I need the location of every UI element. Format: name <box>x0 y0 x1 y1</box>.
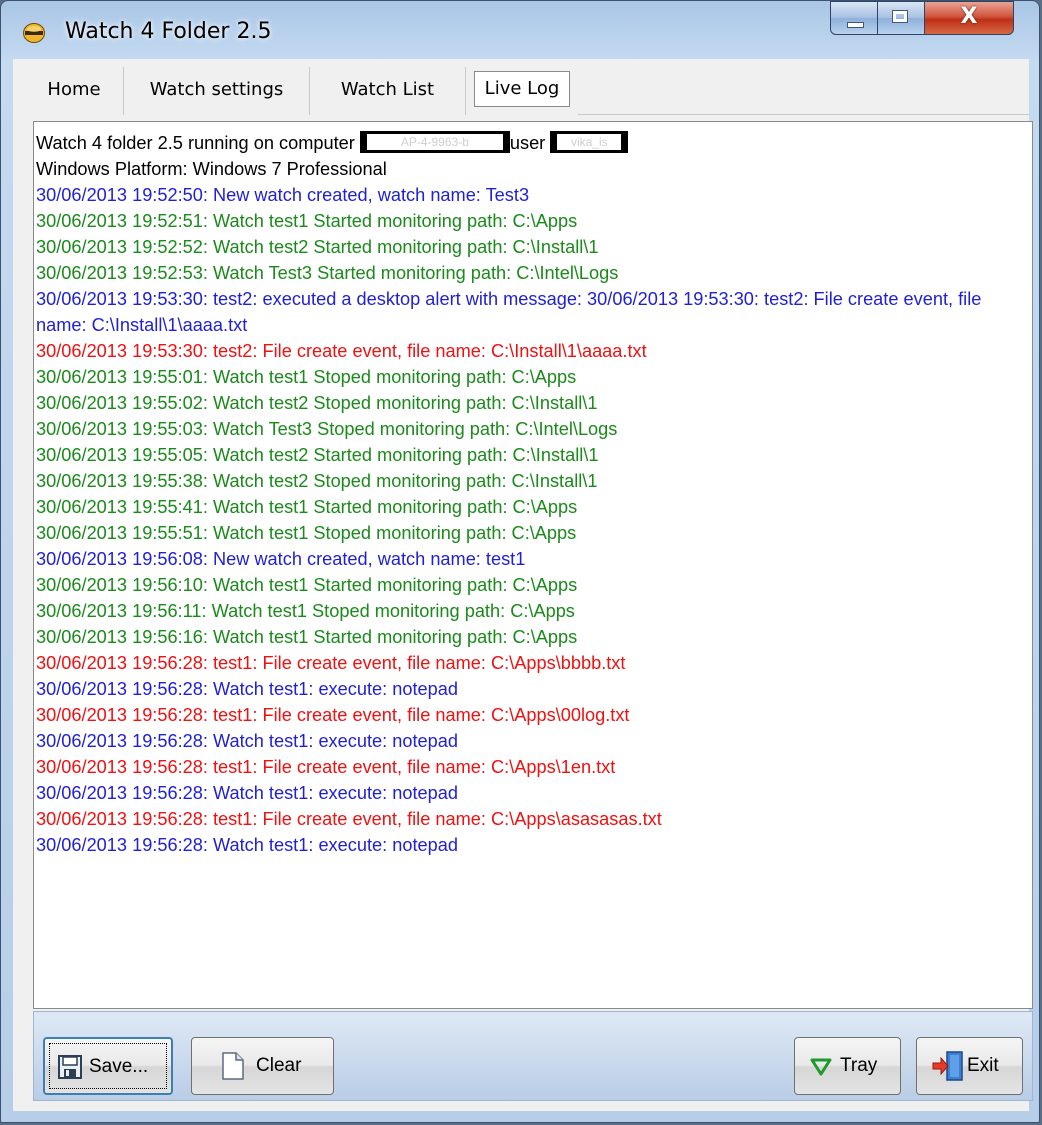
log-entry-event: 30/06/2013 19:56:28: test1: File create … <box>36 653 626 673</box>
log-entry-info: 30/06/2013 19:56:28: Watch test1: execut… <box>36 679 458 699</box>
tab-strip: Home Watch settings Watch List Live Log <box>13 59 1029 117</box>
log-header-line: Watch 4 folder 2.5 running on computer A… <box>36 130 1032 156</box>
clear-label: Clear <box>256 1055 302 1076</box>
minimize-icon <box>847 22 864 28</box>
log-entry-monitor: 30/06/2013 19:56:10: Watch test1 Started… <box>36 575 578 595</box>
log-entry-monitor: 30/06/2013 19:55:05: Watch test2 Started… <box>36 445 599 465</box>
tab-watch-list[interactable]: Watch List <box>309 67 465 115</box>
log-entry-monitor: 30/06/2013 19:55:41: Watch test1 Started… <box>36 497 578 517</box>
log-entry-info: 30/06/2013 19:56:08: New watch created, … <box>36 549 526 569</box>
tab-strip-divider <box>578 114 1029 115</box>
log-entry-monitor: 30/06/2013 19:56:11: Watch test1 Stoped … <box>36 601 575 621</box>
maximize-button[interactable] <box>877 1 925 35</box>
tab-home[interactable]: Home <box>25 67 123 115</box>
log-entry-monitor: 30/06/2013 19:55:03: Watch Test3 Stoped … <box>36 419 618 439</box>
floppy-icon <box>58 1055 82 1079</box>
log-entry-monitor: 30/06/2013 19:52:53: Watch Test3 Started… <box>36 263 619 283</box>
log-entries: 30/06/2013 19:52:50: New watch created, … <box>36 182 1032 858</box>
tray-label: Tray <box>840 1055 878 1076</box>
log-entry-event: 30/06/2013 19:56:28: test1: File create … <box>36 757 616 777</box>
save-button[interactable]: Save... <box>43 1037 173 1095</box>
log-entry-info: 30/06/2013 19:56:28: Watch test1: execut… <box>36 835 458 855</box>
live-log-textbox[interactable]: Watch 4 folder 2.5 running on computer A… <box>33 121 1033 1009</box>
tab-watch-settings[interactable]: Watch settings <box>123 67 309 115</box>
log-entry-info: 30/06/2013 19:52:50: New watch created, … <box>36 185 530 205</box>
minimize-button[interactable] <box>830 1 878 35</box>
log-entry-info: 30/06/2013 19:53:30: test2: executed a d… <box>36 289 982 335</box>
save-label: Save... <box>89 1056 149 1077</box>
user-name-redacted: vika_is <box>550 131 629 153</box>
bottom-toolbar: Save... Clear Tray Exit <box>33 1011 1033 1101</box>
app-window: Watch 4 Folder 2.5 X Home Watch settings… <box>0 0 1040 1123</box>
header-prefix: Watch 4 folder 2.5 running on computer <box>36 133 355 153</box>
exit-door-icon <box>932 1051 963 1081</box>
blank-page-icon <box>222 1052 244 1080</box>
log-entry-monitor: 30/06/2013 19:55:51: Watch test1 Stoped … <box>36 523 577 543</box>
close-button[interactable]: X <box>924 1 1014 35</box>
close-icon: X <box>960 4 978 29</box>
log-entry-monitor: 30/06/2013 19:55:01: Watch test1 Stoped … <box>36 367 577 387</box>
triangle-down-icon <box>810 1058 832 1076</box>
log-entry-monitor: 30/06/2013 19:56:16: Watch test1 Started… <box>36 627 578 647</box>
tab-live-log-label: Live Log <box>474 71 570 107</box>
window-title: Watch 4 Folder 2.5 <box>65 19 272 44</box>
maximize-icon <box>892 10 908 23</box>
log-entry-monitor: 30/06/2013 19:52:52: Watch test2 Started… <box>36 237 599 257</box>
computer-name-redacted: AP-4-9963-b <box>359 131 510 153</box>
exit-button[interactable]: Exit <box>916 1037 1023 1095</box>
log-entry-info: 30/06/2013 19:56:28: Watch test1: execut… <box>36 783 458 803</box>
clear-button[interactable]: Clear <box>191 1037 334 1095</box>
tab-live-log[interactable]: Live Log <box>465 67 577 115</box>
log-entry-event: 30/06/2013 19:53:30: test2: File create … <box>36 341 647 361</box>
exit-label: Exit <box>967 1055 999 1076</box>
log-entry-info: 30/06/2013 19:56:28: Watch test1: execut… <box>36 731 458 751</box>
header-user-label: user <box>509 133 546 153</box>
log-entry-monitor: 30/06/2013 19:55:02: Watch test2 Stoped … <box>36 393 598 413</box>
log-entry-event: 30/06/2013 19:56:28: test1: File create … <box>36 705 630 725</box>
title-bar[interactable]: Watch 4 Folder 2.5 X <box>1 1 1039 55</box>
log-entry-monitor: 30/06/2013 19:52:51: Watch test1 Started… <box>36 211 578 231</box>
log-entry-event: 30/06/2013 19:56:28: test1: File create … <box>36 809 662 829</box>
client-area: Home Watch settings Watch List Live Log … <box>13 59 1033 1111</box>
tray-button[interactable]: Tray <box>794 1037 901 1095</box>
app-icon <box>23 23 45 43</box>
log-entry-monitor: 30/06/2013 19:55:38: Watch test2 Stoped … <box>36 471 598 491</box>
platform-line: Windows Platform: Windows 7 Professional <box>36 159 387 179</box>
